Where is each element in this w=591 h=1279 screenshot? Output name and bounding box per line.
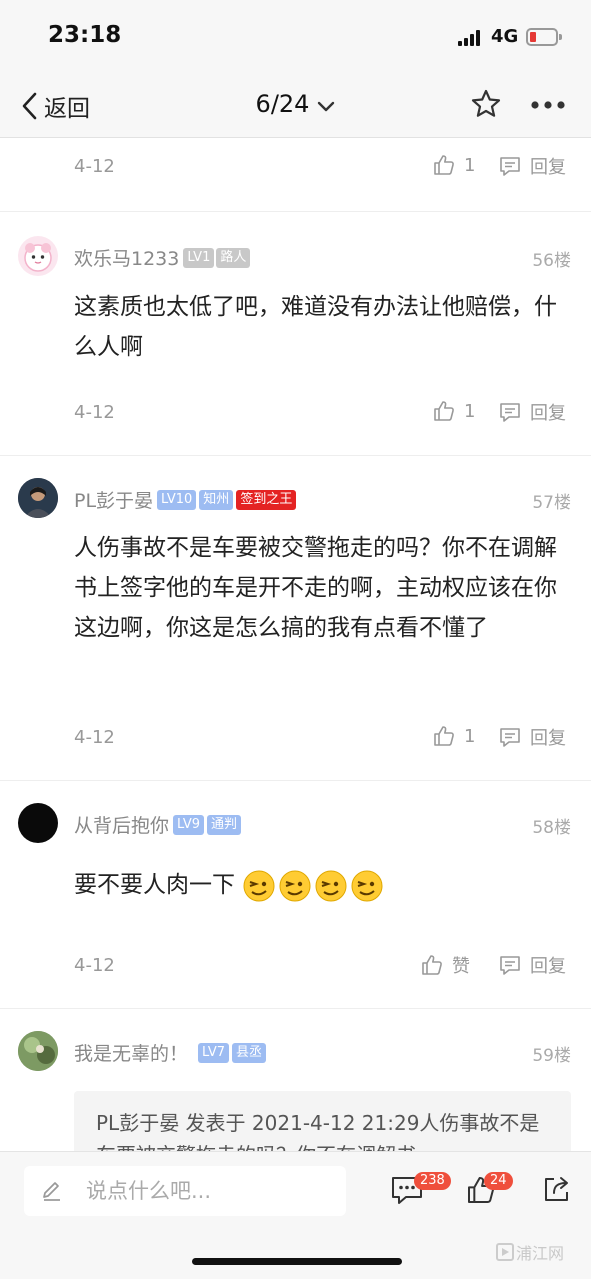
comment-item: PL彭于晏 LV10 知州 签到之王 57楼 人伤事故不是车要被交警拖走的吗？你…	[0, 456, 591, 781]
star-icon[interactable]	[470, 88, 502, 120]
share-icon	[545, 1177, 568, 1201]
title-badge: 知州	[199, 489, 234, 510]
comment-item: 从背后抱你 LV9 通判 58楼 要不要人肉一下 4-12 赞 回复	[0, 781, 591, 1009]
thumbs-up-icon	[434, 726, 454, 746]
comment-date: 4-12	[74, 727, 115, 748]
caret-down-icon	[317, 91, 335, 119]
watermark-text: 浦江网	[516, 1244, 565, 1263]
comment-author[interactable]: 我是无辜的！ LV7 县丞	[74, 1039, 267, 1066]
like-button[interactable]: 1	[432, 399, 475, 423]
avatar[interactable]	[18, 236, 58, 276]
nav-bar: 返回 6/24	[0, 76, 591, 138]
reply-button[interactable]: 回复	[498, 153, 566, 179]
comment-author[interactable]: PL彭于晏 LV10 知州 签到之王	[74, 486, 297, 513]
like-button[interactable]: 1	[432, 153, 475, 177]
comment-date: 4-12	[74, 402, 115, 423]
reply-label: 回复	[530, 157, 566, 178]
floor-number: 58楼	[532, 818, 571, 838]
floor-number: 57楼	[532, 493, 571, 513]
like-count: 1	[464, 154, 476, 176]
comment-count-badge: 238	[414, 1172, 451, 1190]
comment-text: 要不要人肉一下	[74, 872, 235, 898]
like-count-badge: 24	[484, 1172, 513, 1190]
reply-label: 回复	[530, 728, 566, 749]
comment-author[interactable]: 欢乐马1233 LV1 路人	[74, 244, 251, 271]
thumbs-up-icon	[434, 155, 454, 175]
username: 我是无辜的！	[74, 1043, 189, 1065]
edit-pencil-icon	[43, 1182, 60, 1201]
share-button[interactable]	[542, 1174, 572, 1208]
status-time: 23:18	[48, 22, 122, 48]
reply-button[interactable]: 回复	[498, 724, 566, 750]
comment-date: 4-12	[74, 955, 115, 976]
like-post-button[interactable]: 24	[464, 1172, 513, 1210]
watermark-logo: 浦江网	[496, 1240, 564, 1264]
title-badge: 县丞	[232, 1042, 267, 1063]
floor-number: 56楼	[532, 251, 571, 271]
title-badge: 路人	[216, 247, 251, 268]
reply-bubble-icon	[500, 157, 520, 176]
comment-item: 欢乐马1233 LV1 路人 56楼 这素质也太低了吧，难道没有办法让他赔偿，什…	[0, 212, 591, 456]
page-indicator[interactable]: 6/24	[0, 90, 591, 119]
home-indicator[interactable]	[192, 1258, 402, 1265]
like-count: 1	[464, 725, 476, 747]
avatar[interactable]	[18, 478, 58, 518]
comment-item: 4-12 1 回复	[0, 139, 591, 212]
thumbs-up-icon	[422, 955, 442, 975]
floor-number: 59楼	[532, 1046, 571, 1066]
reply-button[interactable]: 回复	[498, 952, 566, 978]
comments-button[interactable]: 238	[390, 1172, 451, 1210]
emoji-group	[235, 870, 386, 901]
username: 从背后抱你	[74, 815, 170, 837]
avatar[interactable]	[18, 1031, 58, 1071]
username: PL彭于晏	[74, 490, 154, 512]
wink-emoji-icon	[351, 870, 383, 901]
honor-badge: 签到之王	[236, 489, 297, 510]
comment-body: 要不要人肉一下	[74, 865, 564, 905]
username: 欢乐马1233	[74, 248, 180, 270]
reply-bubble-icon	[500, 956, 520, 975]
reply-bubble-icon	[500, 728, 520, 747]
level-badge: LV1	[183, 247, 215, 268]
level-badge: LV7	[198, 1042, 229, 1063]
wink-emoji-icon	[279, 870, 311, 901]
like-label: 赞	[452, 956, 470, 977]
more-icon[interactable]	[530, 100, 566, 110]
wink-emoji-icon	[315, 870, 347, 901]
like-button[interactable]: 赞	[420, 952, 470, 978]
reply-button[interactable]: 回复	[498, 399, 566, 425]
signal-icon	[458, 30, 484, 46]
comment-text: 这素质也太低了吧，难道没有办法让他赔偿，什么人啊	[74, 294, 557, 360]
play-icon	[496, 1243, 514, 1261]
network-type: 4G	[491, 26, 519, 47]
level-badge: LV10	[157, 489, 197, 510]
comment-input-box[interactable]	[24, 1166, 346, 1216]
reply-label: 回复	[530, 956, 566, 977]
like-button[interactable]: 1	[432, 724, 475, 748]
battery-icon	[526, 28, 562, 46]
comment-list: 4-12 1 回复 欢乐马1233 LV1 路人 56楼 这素质也太低了吧，难道…	[0, 139, 591, 1151]
title-badge: 通判	[207, 814, 242, 835]
comment-text: 人伤事故不是车要被交警拖走的吗？你不在调解书上签字他的车是开不走的啊，主动权应该…	[74, 535, 557, 641]
comment-date: 4-12	[74, 156, 115, 177]
page-indicator-text: 6/24	[255, 90, 310, 118]
wink-emoji-icon	[243, 870, 275, 901]
reply-bubble-icon	[500, 403, 520, 422]
comment-input[interactable]	[86, 1179, 326, 1203]
thumbs-up-icon	[434, 401, 454, 421]
quoted-reply[interactable]: PL彭于晏 发表于 2021-4-12 21:29人伤事故不是车要被交警拖走的吗…	[74, 1091, 571, 1151]
reply-label: 回复	[530, 403, 566, 424]
comment-author[interactable]: 从背后抱你 LV9 通判	[74, 811, 242, 838]
level-badge: LV9	[173, 814, 204, 835]
like-count: 1	[464, 400, 476, 422]
avatar[interactable]	[18, 803, 58, 843]
status-bar: 23:18 4G	[0, 0, 591, 76]
